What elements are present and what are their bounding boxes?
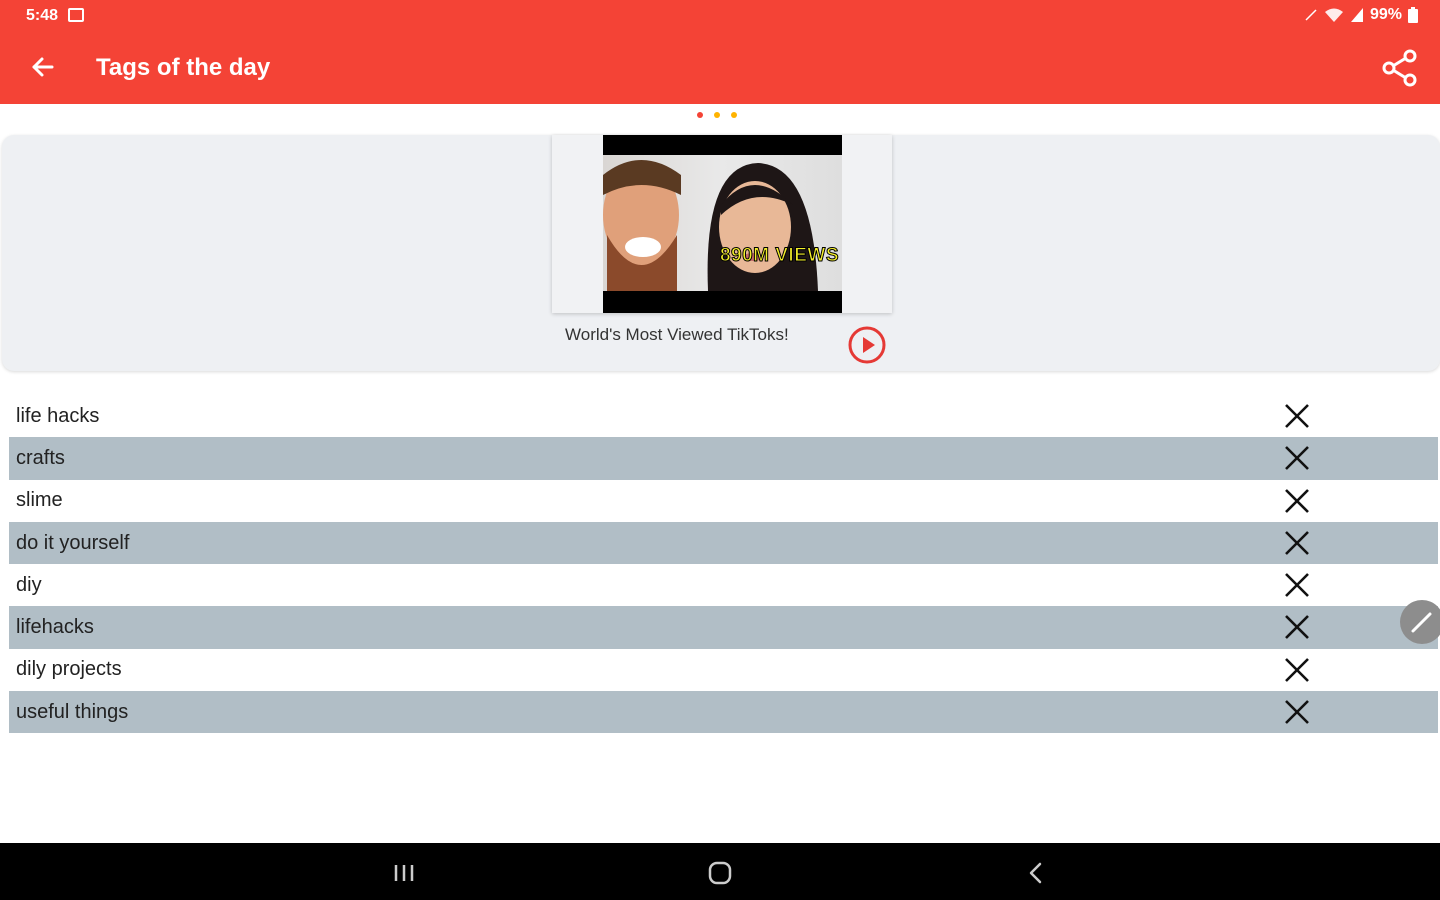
pager-dot[interactable] [697,112,703,118]
close-icon[interactable] [1283,656,1311,684]
tag-row[interactable]: life hacks [9,395,1438,437]
back-icon[interactable] [1022,859,1050,887]
tag-row[interactable]: slime [9,480,1438,522]
mute-icon [1305,9,1317,21]
pager-dot[interactable] [714,112,720,118]
arrow-left-icon[interactable] [26,50,60,84]
battery-icon [1408,7,1418,23]
thumbnail-faces [603,160,818,291]
tag-row[interactable]: useful things [9,691,1438,734]
close-icon[interactable] [1283,529,1311,557]
wifi-icon [1324,8,1343,22]
pencil-icon [1411,612,1432,633]
close-icon[interactable] [1283,487,1311,515]
image-icon [68,8,84,22]
close-icon[interactable] [1283,402,1311,430]
thumbnail-frame: 890M VIEWS [552,135,892,313]
thumbnail-image: 890M VIEWS [603,155,842,291]
status-bar: 5:48 99% [0,0,1440,32]
featured-video-card[interactable]: 890M VIEWS World's Most Viewed TikToks! [2,135,1440,371]
tag-label: dily projects [16,658,122,681]
home-icon[interactable] [706,859,734,887]
thumbnail-views-overlay: 890M VIEWS [719,245,839,267]
tag-list: life hacks crafts slime do it yourself diy li… [9,395,1438,734]
share-icon[interactable] [1380,48,1420,88]
edit-button[interactable] [1400,600,1440,644]
tag-label: useful things [16,700,129,723]
signal-icon [1350,8,1363,22]
tag-row[interactable]: dily projects [9,649,1438,691]
pager-dots [697,112,737,118]
tag-row[interactable]: diy [9,564,1438,606]
tag-row[interactable]: lifehacks [9,606,1438,649]
video-thumbnail[interactable]: 890M VIEWS [603,135,842,313]
tag-row[interactable]: do it yourself [9,521,1438,565]
tag-label: slime [16,489,63,512]
tag-row[interactable]: crafts [9,437,1438,480]
system-nav-bar [0,843,1440,900]
close-icon[interactable] [1283,698,1311,726]
play-circle-icon[interactable] [847,325,887,365]
app-root: 5:48 99% Tags of the day 890M VIEWS Worl… [0,0,1440,900]
tag-label: diy [16,573,42,596]
recents-icon[interactable] [390,859,418,887]
page-title: Tags of the day [96,54,271,81]
tag-label: crafts [16,446,65,469]
app-header: 5:48 99% Tags of the day [0,0,1440,104]
tag-label: do it yourself [16,531,130,554]
video-title[interactable]: World's Most Viewed TikToks! [565,325,789,345]
pager-dot[interactable] [731,112,737,118]
close-icon[interactable] [1283,571,1311,599]
status-time: 5:48 [26,7,59,24]
tag-label: life hacks [16,404,100,427]
battery-percent: 99% [1369,6,1402,23]
status-right: 99% [1304,6,1418,24]
close-icon[interactable] [1283,613,1311,641]
tag-label: lifehacks [16,616,94,639]
close-icon[interactable] [1283,444,1311,472]
